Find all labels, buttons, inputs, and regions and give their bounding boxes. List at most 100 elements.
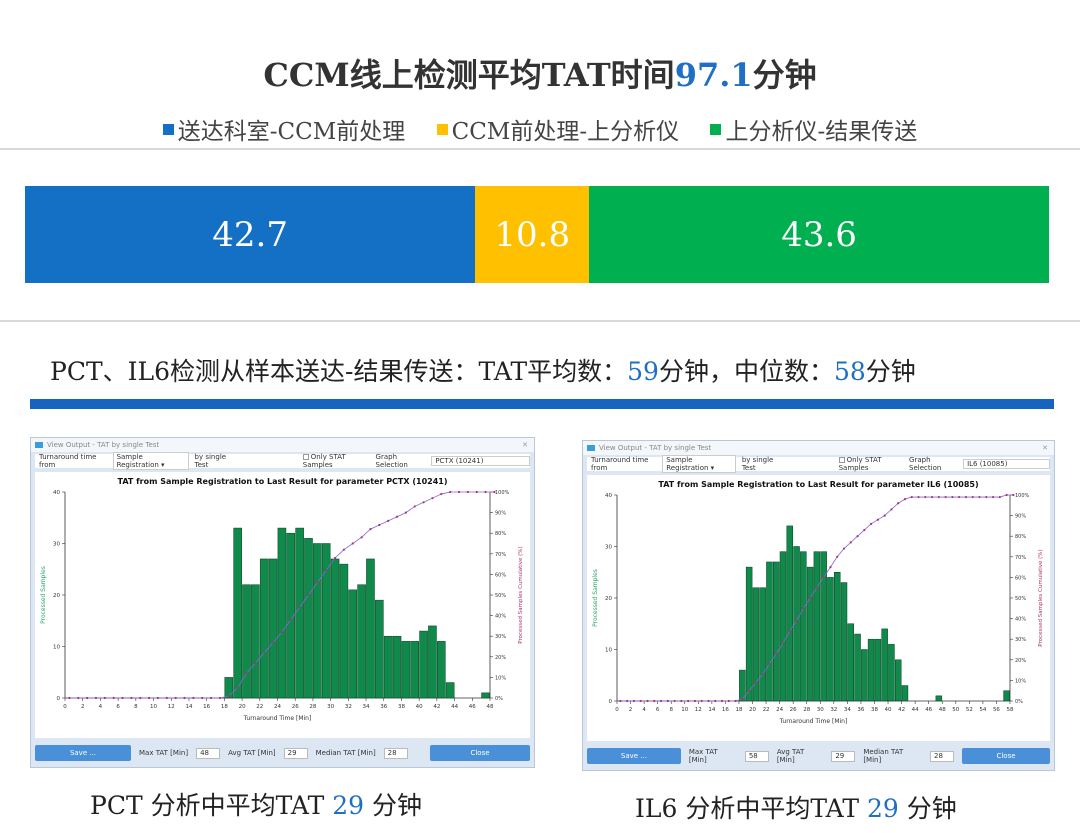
x-tick-label: 36 xyxy=(380,704,387,710)
cumulative-point xyxy=(619,699,622,703)
stat-checkbox[interactable]: Only STAT Samples xyxy=(302,453,370,469)
window-toolbar: Turnaround time from Sample Registration… xyxy=(35,452,530,470)
cumulative-point xyxy=(910,495,913,499)
cumulative-point xyxy=(325,569,328,572)
histogram-bar xyxy=(833,572,841,702)
cumulative-point xyxy=(236,686,239,689)
checkbox-icon[interactable] xyxy=(838,457,845,463)
histogram-bar xyxy=(867,638,875,702)
caption-pct: PCT 分析中平均TAT 29 分钟 xyxy=(90,786,422,822)
cumulative-point xyxy=(404,511,407,514)
cumulative-point xyxy=(924,495,927,499)
histogram-bar xyxy=(357,584,366,699)
cumulative-point xyxy=(201,696,204,700)
histogram-bar xyxy=(813,551,821,702)
segment-label: 42.7 xyxy=(212,214,288,255)
avg-tat-value: 29 xyxy=(283,747,308,759)
x-tick-label: 20 xyxy=(749,707,756,713)
max-tat-value: 48 xyxy=(196,747,221,759)
cumulative-point xyxy=(271,641,275,644)
stat-label: Only STAT Samples xyxy=(838,456,882,472)
y-tick-label: 20 xyxy=(605,596,612,602)
y-tick-label: 30 xyxy=(53,542,60,548)
close-button[interactable]: Close xyxy=(962,748,1050,764)
x-tick-label: 8 xyxy=(669,707,673,713)
cumulative-point xyxy=(741,697,744,701)
cumulative-point xyxy=(653,699,656,703)
close-button[interactable]: Close xyxy=(430,745,530,761)
histogram-bar xyxy=(437,641,446,699)
checkbox-icon[interactable] xyxy=(302,454,309,460)
x-tick-label: 38 xyxy=(398,704,405,710)
histogram-bar xyxy=(772,561,780,702)
cumulative-point xyxy=(121,696,124,700)
histogram-bar xyxy=(339,563,349,699)
x-tick-label: 40 xyxy=(885,707,892,713)
save-button[interactable]: Save ... xyxy=(35,745,131,761)
cumulative-point xyxy=(693,699,697,703)
app-icon xyxy=(587,445,595,451)
caption-prefix: IL6 分析中平均TAT xyxy=(635,794,867,823)
cumulative-point xyxy=(781,642,785,645)
histogram-bar xyxy=(330,558,340,699)
cumulative-point xyxy=(680,699,683,703)
cumulative-point xyxy=(707,699,710,703)
window-titlebar: View Output - TAT by single Test ✕ xyxy=(583,441,1054,455)
stacked-segment-3: 43.6 xyxy=(589,186,1049,283)
x-tick-label: 30 xyxy=(817,707,824,713)
title-text: CCM线上检测平均TAT时间 xyxy=(263,56,675,94)
plot-area: TAT from Sample Registration to Last Res… xyxy=(587,475,1050,741)
tat-from-select[interactable]: Sample Registration ▾ xyxy=(112,452,189,470)
cumulative-point xyxy=(998,495,1001,499)
y2-tick-label: 20% xyxy=(1015,658,1026,664)
graph-selection-select[interactable]: IL6 (10085) xyxy=(963,459,1050,469)
histogram-bar xyxy=(259,558,269,699)
x-tick-label: 6 xyxy=(116,704,120,710)
graph-selection-select[interactable]: PCTX (10241) xyxy=(431,456,530,466)
window-titlebar: View Output - TAT by single Test ✕ xyxy=(31,438,534,452)
close-icon[interactable]: ✕ xyxy=(522,441,528,449)
graph-selection-label: Graph Selection xyxy=(909,456,942,472)
y-tick-label: 10 xyxy=(605,648,612,654)
save-button[interactable]: Save ... xyxy=(587,748,681,764)
x-tick-label: 4 xyxy=(99,704,103,710)
histogram-bar xyxy=(233,527,242,699)
x-tick-label: 56 xyxy=(993,707,1000,713)
cumulative-point xyxy=(148,696,151,700)
x-tick-label: 0 xyxy=(63,704,67,710)
cumulative-point xyxy=(218,696,222,700)
cumulative-point xyxy=(440,492,443,496)
x-tick-label: 10 xyxy=(150,704,157,710)
cumulative-point xyxy=(768,662,771,666)
histogram-bar xyxy=(786,525,794,702)
x-tick-label: 2 xyxy=(81,704,85,710)
tat-from-select[interactable]: Sample Registration ▾ xyxy=(662,455,736,473)
close-icon[interactable]: ✕ xyxy=(1042,444,1048,452)
cumulative-point xyxy=(761,673,764,676)
cumulative-point xyxy=(937,495,940,499)
cumulative-point xyxy=(849,541,852,544)
y2-tick-label: 60% xyxy=(495,572,506,578)
tat-from-value: Sample Registration xyxy=(666,456,709,472)
x-tick-label: 12 xyxy=(168,704,175,710)
cumulative-point xyxy=(842,547,846,550)
stat-checkbox[interactable]: Only STAT Samples xyxy=(838,456,903,472)
window-footer: Save ... Max TAT [Min] 48 Avg TAT [Min] 29… xyxy=(35,742,530,764)
avg-tat-value: 29 xyxy=(831,750,856,762)
by-label: by single Test xyxy=(741,456,774,472)
cumulative-point xyxy=(748,689,751,692)
tat-from-label: Turnaround time from xyxy=(591,456,649,472)
y2-axis-label: Processed Samples Cumulative (%) xyxy=(518,546,524,643)
y2-tick-label: 70% xyxy=(495,552,506,558)
y2-axis-label: Processed Samples Cumulative (%) xyxy=(1038,549,1044,646)
cumulative-point xyxy=(930,495,934,499)
cumulative-point xyxy=(112,696,115,700)
x-tick-label: 32 xyxy=(345,704,352,710)
histogram-bar xyxy=(366,558,375,699)
x-tick-label: 42 xyxy=(433,704,440,710)
cumulative-point xyxy=(94,696,98,700)
cumulative-point xyxy=(298,606,301,609)
histogram-bar xyxy=(854,633,861,702)
x-tick-label: 32 xyxy=(830,707,837,713)
y-tick-label: 30 xyxy=(605,545,612,551)
